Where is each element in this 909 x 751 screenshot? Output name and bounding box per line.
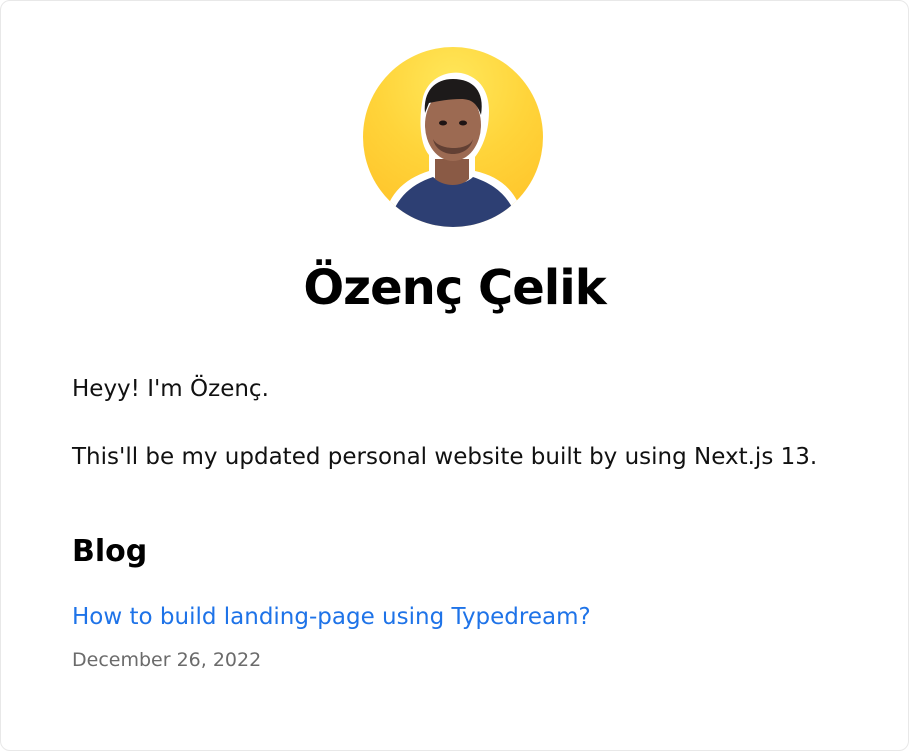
page: Özenç Çelik Heyy! I'm Özenç. This'll be … <box>0 0 909 751</box>
profile-avatar <box>363 47 543 227</box>
profile-name: Özenç Çelik <box>303 260 606 316</box>
blog-post-link[interactable]: How to build landing-page using Typedrea… <box>72 601 591 633</box>
profile-photo-icon <box>383 72 525 227</box>
blog-post-date: December 26, 2022 <box>72 649 262 671</box>
intro-greeting: Heyy! I'm Özenç. <box>72 376 269 402</box>
blog-heading: Blog <box>72 534 148 569</box>
intro-description: This'll be my updated personal website b… <box>72 444 818 470</box>
